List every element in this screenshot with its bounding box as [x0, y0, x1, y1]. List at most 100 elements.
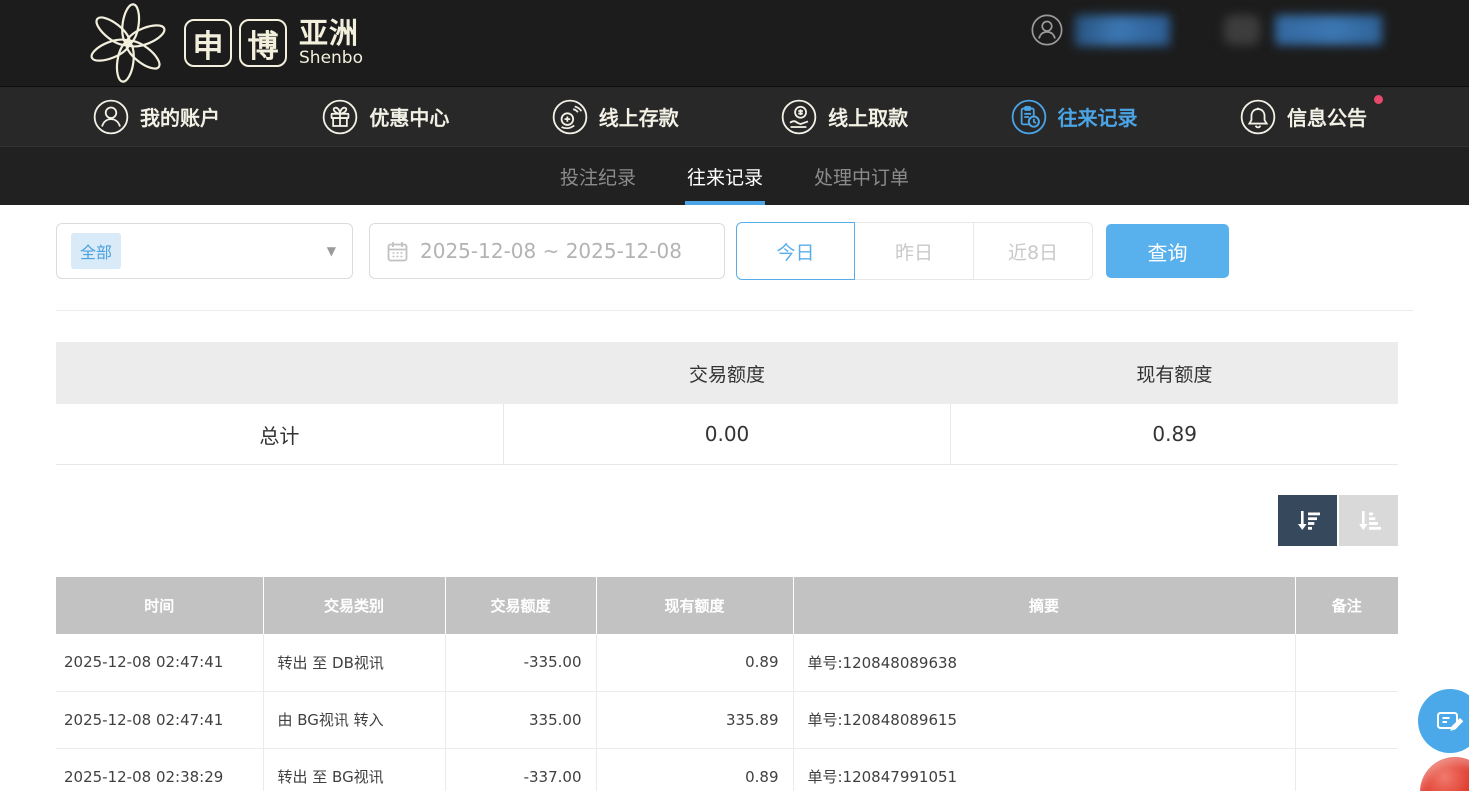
subtab-label: 往来记录 — [687, 163, 763, 190]
sort-ascending-icon — [1354, 506, 1384, 536]
transactions-tbody: 2025-12-08 02:47:41转出 至 DB视讯-335.000.89单… — [56, 634, 1398, 791]
table-cell: 单号:120847991051 — [793, 748, 1295, 791]
transactions-table: 时间 交易类别 交易额度 现有额度 摘要 备注 2025-12-08 02:47… — [56, 577, 1398, 791]
col-header-balance: 现有额度 — [596, 577, 793, 634]
active-tab-underline — [685, 201, 765, 205]
user-circle-icon — [92, 98, 130, 136]
table-cell: 由 BG视讯 转入 — [263, 691, 445, 748]
chevron-down-icon: ▼ — [327, 244, 336, 258]
tab-betting-records[interactable]: 投注纪录 — [558, 147, 638, 205]
summary-table: 交易额度 现有额度 总计 0.00 0.89 — [56, 342, 1398, 465]
table-cell: 0.89 — [596, 634, 793, 691]
col-header-time: 时间 — [56, 577, 263, 634]
range-button-last-8-days[interactable]: 近8日 — [974, 222, 1093, 280]
nav-item-withdraw[interactable]: 线上取款 — [780, 98, 908, 136]
table-cell: -337.00 — [445, 748, 596, 791]
page: 申 博 亚洲 Shenbo 我的账户 — [0, 0, 1469, 791]
notification-dot — [1374, 95, 1383, 104]
nav-item-label: 优惠中心 — [369, 102, 449, 131]
gift-icon — [321, 98, 359, 136]
col-header-amount: 交易额度 — [445, 577, 596, 634]
table-cell: 转出 至 BG视讯 — [263, 748, 445, 791]
date-range-value: 2025-12-08 ~ 2025-12-08 — [420, 239, 682, 263]
records-icon — [1010, 98, 1048, 136]
logo-latin-text: Shenbo — [299, 49, 363, 68]
record-subtabs: 投注纪录 往来记录 处理中订单 — [0, 146, 1469, 205]
query-button[interactable]: 查询 — [1106, 224, 1229, 278]
category-select[interactable]: 全部 ▼ — [56, 223, 353, 279]
table-cell — [1295, 634, 1398, 691]
tab-transaction-records[interactable]: 往来记录 — [685, 147, 765, 205]
nav-item-label: 信息公告 — [1287, 102, 1367, 131]
table-cell: 单号:120848089638 — [793, 634, 1295, 691]
edit-note-icon — [1434, 705, 1466, 737]
subtab-label: 投注纪录 — [560, 163, 636, 190]
logo-char-box: 申 — [184, 19, 232, 67]
col-header-type: 交易类别 — [263, 577, 445, 634]
range-button-today[interactable]: 今日 — [736, 222, 855, 280]
table-cell: -335.00 — [445, 634, 596, 691]
transactions-head: 时间 交易类别 交易额度 现有额度 摘要 备注 — [56, 577, 1398, 634]
lotus-flower-icon — [84, 0, 172, 87]
table-cell: 2025-12-08 02:47:41 — [56, 691, 263, 748]
redacted-balance-icon — [1224, 15, 1260, 45]
range-button-yesterday[interactable]: 昨日 — [855, 222, 974, 280]
filter-bar: 全部 ▼ 2025-12-08 ~ 2025-12-08 今日 昨日 — [56, 222, 1469, 280]
summary-header-transaction: 交易额度 — [503, 360, 950, 387]
summary-header-row: 交易额度 现有额度 — [56, 342, 1398, 404]
logo-char: 博 — [248, 21, 279, 66]
table-cell: 0.89 — [596, 748, 793, 791]
range-label: 昨日 — [895, 238, 933, 265]
user-circle-icon[interactable] — [1030, 13, 1064, 47]
table-header-row: 时间 交易类别 交易额度 现有额度 摘要 备注 — [56, 577, 1398, 634]
date-range-input[interactable]: 2025-12-08 ~ 2025-12-08 — [369, 223, 725, 279]
summary-header-balance: 现有额度 — [951, 360, 1398, 387]
content-area: 全部 ▼ 2025-12-08 ~ 2025-12-08 今日 昨日 — [0, 222, 1469, 791]
tab-processing-orders[interactable]: 处理中订单 — [812, 147, 911, 205]
bell-icon — [1239, 98, 1277, 136]
top-header: 申 博 亚洲 Shenbo — [0, 0, 1469, 86]
category-chip[interactable]: 全部 — [71, 233, 121, 269]
brand-logo[interactable]: 申 博 亚洲 Shenbo — [84, 0, 363, 86]
sort-descending-button[interactable] — [1278, 495, 1337, 546]
table-row: 2025-12-08 02:47:41由 BG视讯 转入335.00335.89… — [56, 691, 1398, 748]
col-header-summary: 摘要 — [793, 577, 1295, 634]
range-label: 今日 — [776, 238, 814, 265]
table-cell: 单号:120848089615 — [793, 691, 1295, 748]
calendar-icon — [386, 240, 409, 263]
nav-item-transaction-records[interactable]: 往来记录 — [1010, 98, 1138, 136]
nav-item-promotions[interactable]: 优惠中心 — [321, 98, 449, 136]
sort-descending-icon — [1293, 506, 1323, 536]
deposit-icon — [551, 98, 589, 136]
topbar-user-area — [1030, 12, 1382, 48]
nav-item-my-account[interactable]: 我的账户 — [92, 98, 220, 136]
nav-item-deposit[interactable]: 线上存款 — [551, 98, 679, 136]
quick-range-group: 今日 昨日 近8日 — [736, 222, 1093, 280]
table-row: 2025-12-08 02:38:29转出 至 BG视讯-337.000.89单… — [56, 748, 1398, 791]
logo-char-box: 博 — [239, 19, 287, 67]
table-cell: 2025-12-08 02:47:41 — [56, 634, 263, 691]
sort-ascending-button[interactable] — [1339, 495, 1398, 546]
logo-region-text: 亚洲 — [299, 18, 363, 49]
table-row: 2025-12-08 02:47:41转出 至 DB视讯-335.000.89单… — [56, 634, 1398, 691]
col-header-remark: 备注 — [1295, 577, 1398, 634]
redacted-username — [1075, 15, 1170, 46]
table-cell — [1295, 691, 1398, 748]
summary-balance-total: 0.89 — [950, 404, 1398, 464]
table-cell: 335.00 — [445, 691, 596, 748]
subtab-label: 处理中订单 — [814, 163, 909, 190]
table-cell: 335.89 — [596, 691, 793, 748]
summary-total-row: 总计 0.00 0.89 — [56, 404, 1398, 465]
table-cell — [1295, 748, 1398, 791]
section-divider — [56, 310, 1413, 311]
range-label: 近8日 — [1008, 238, 1058, 265]
table-cell: 2025-12-08 02:38:29 — [56, 748, 263, 791]
nav-item-label: 往来记录 — [1058, 102, 1138, 131]
logo-region-block: 亚洲 Shenbo — [299, 18, 363, 68]
nav-item-label: 线上取款 — [828, 102, 908, 131]
logo-char: 申 — [193, 21, 224, 66]
nav-item-announcements[interactable]: 信息公告 — [1239, 98, 1367, 136]
table-cell: 转出 至 DB视讯 — [263, 634, 445, 691]
nav-item-label: 线上存款 — [599, 102, 679, 131]
redacted-balance — [1275, 15, 1382, 45]
